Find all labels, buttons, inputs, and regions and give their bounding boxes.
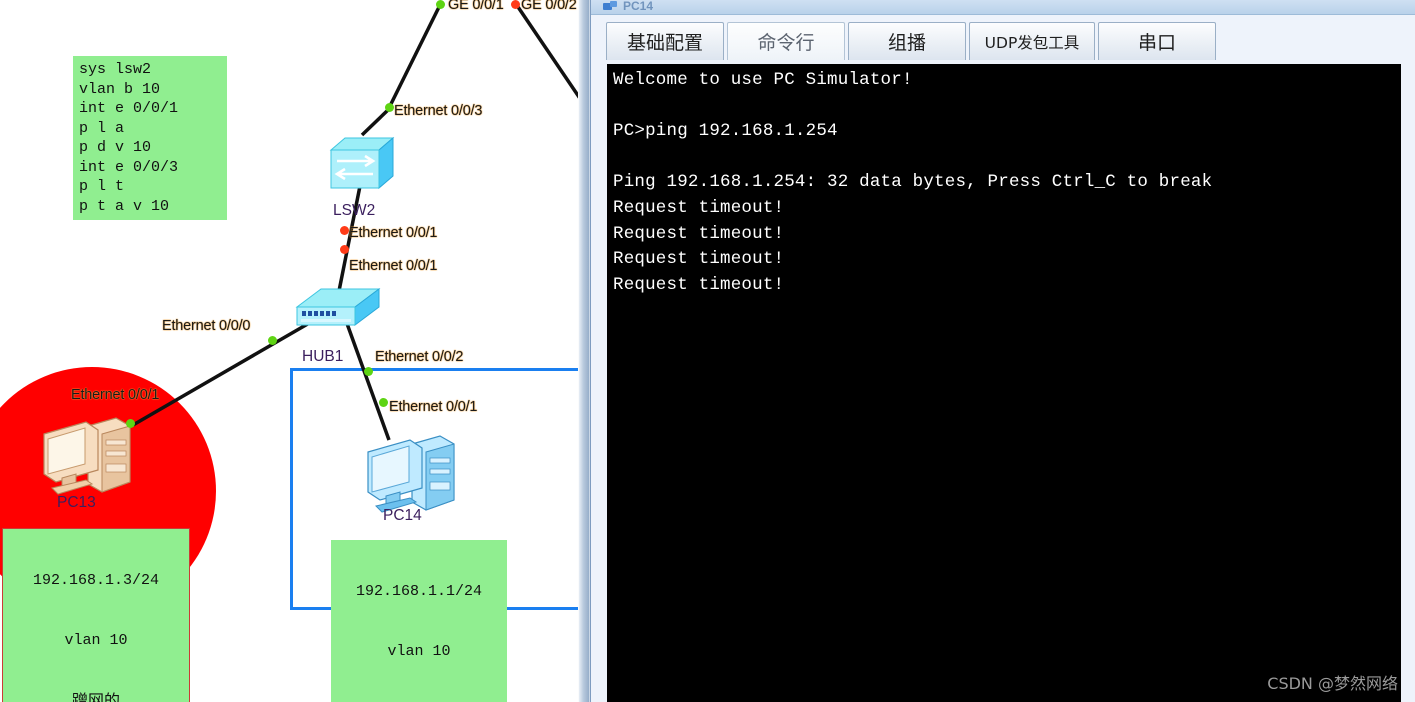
topology-canvas[interactable]: GE 0/0/1 GE 0/0/2 Ethernet 0/0/3 Etherne… [0, 0, 578, 702]
canvas-vertical-scrollbar[interactable] [578, 0, 590, 702]
pc13-icon[interactable] [38, 412, 134, 504]
tab-basic-config[interactable]: 基础配置 [606, 22, 724, 60]
tab-serial-port[interactable]: 串口 [1098, 22, 1216, 60]
port-dot-hub-e0-0-0[interactable] [268, 336, 277, 345]
label-hub-ethernet-0-0-0: Ethernet 0/0/0 [162, 318, 251, 334]
pc13-info-box: 192.168.1.3/24 vlan 10 蹭网的 [2, 528, 190, 702]
label-pc13-ethernet-0-0-1: Ethernet 0/0/1 [71, 387, 160, 403]
tab-command-line[interactable]: 命令行 [727, 22, 845, 60]
switch-icon[interactable] [327, 128, 397, 198]
console-output[interactable]: Welcome to use PC Simulator! PC>ping 192… [607, 64, 1401, 702]
scrollbar-thumb[interactable] [579, 0, 589, 702]
switch-config-note: sys lsw2 vlan b 10 int e 0/0/1 p l a p d… [73, 56, 227, 220]
label-hub-ethernet-0-0-1: Ethernet 0/0/1 [349, 258, 438, 274]
label-ge-0-0-2: GE 0/0/2 [521, 0, 577, 13]
port-dot-ge-0-0-1[interactable] [436, 0, 445, 9]
window-title-bar[interactable]: PC14 [591, 0, 1415, 15]
label-hub-ethernet-0-0-2: Ethernet 0/0/2 [375, 349, 464, 365]
pc-terminal-window[interactable]: PC14 基础配置 命令行 组播 UDP发包工具 串口 Welcome to u… [590, 0, 1415, 702]
device-name-pc13: PC13 [57, 494, 96, 511]
pc13-note: 蹭网的 [71, 691, 120, 702]
label-ge-0-0-1: GE 0/0/1 [448, 0, 504, 13]
port-dot-pc14-e0-0-1[interactable] [379, 398, 388, 407]
label-pc14-ethernet-0-0-1: Ethernet 0/0/1 [389, 399, 478, 415]
label-lsw2-ethernet-0-0-3: Ethernet 0/0/3 [394, 103, 483, 119]
pc14-info-box: 192.168.1.1/24 vlan 10 [331, 540, 507, 702]
label-lsw2-ethernet-0-0-1: Ethernet 0/0/1 [349, 225, 438, 241]
tab-udp-packet-tool[interactable]: UDP发包工具 [969, 22, 1095, 60]
device-name-lsw2: LSW2 [333, 202, 376, 219]
pc14-vlan: vlan 10 [387, 643, 451, 660]
tab-multicast[interactable]: 组播 [848, 22, 966, 60]
port-dot-lsw2-e0-0-3[interactable] [385, 103, 394, 112]
hub-icon[interactable] [295, 283, 381, 333]
device-name-pc14: PC14 [383, 507, 422, 524]
port-dot-ge-0-0-2[interactable] [511, 0, 520, 9]
device-name-hub1: HUB1 [302, 348, 344, 365]
watermark-text: CSDN @梦然网络 [1267, 674, 1398, 693]
pc14-ip: 192.168.1.1/24 [355, 583, 483, 600]
port-dot-lsw2-e0-0-1[interactable] [340, 226, 349, 235]
port-dot-hub-e0-0-1[interactable] [340, 245, 349, 254]
pc13-ip: 192.168.1.3/24 [32, 572, 160, 589]
port-dot-pc13-e0-0-1[interactable] [126, 419, 135, 428]
pc13-vlan: vlan 10 [64, 632, 128, 649]
window-app-icon [603, 1, 617, 10]
window-title: PC14 [623, 0, 654, 13]
terminal-tab-bar[interactable]: 基础配置 命令行 组播 UDP发包工具 串口 [606, 22, 1216, 64]
port-dot-hub-e0-0-2[interactable] [364, 367, 373, 376]
